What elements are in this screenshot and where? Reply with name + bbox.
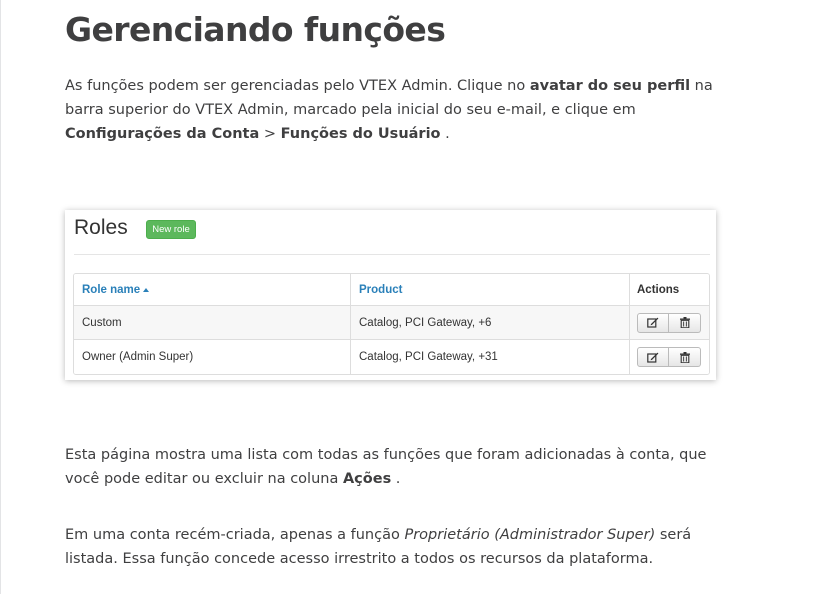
roles-heading: Roles: [74, 216, 128, 239]
sort-ascending-icon: [143, 287, 150, 292]
row-actions: [637, 312, 701, 333]
table-row: Custom Catalog, PCI Gateway, +6: [74, 306, 709, 340]
bold-user-roles: Funções do Usuário: [280, 126, 441, 142]
page-title: Gerenciando funções: [65, 10, 446, 49]
delete-button[interactable]: [669, 347, 701, 367]
actions-cell: [630, 306, 709, 339]
paragraph-list-description: Esta página mostra uma lista com todas a…: [65, 447, 707, 487]
role-name-cell: Custom: [74, 306, 351, 339]
paragraph-new-account: Em uma conta recém-criada, apenas a funç…: [65, 527, 692, 567]
column-header-actions: Actions: [637, 283, 680, 296]
roles-table: Role name Product Actions Custom Catalog…: [73, 273, 710, 375]
italic-owner-role: Proprietário (Administrador Super): [404, 527, 656, 543]
bold-account-settings: Configurações da Conta: [65, 126, 260, 142]
table-row: Owner (Admin Super) Catalog, PCI Gateway…: [74, 340, 709, 374]
paragraph-intro: As funções podem ser gerenciadas pelo VT…: [65, 78, 713, 142]
row-actions: [637, 347, 701, 367]
roles-screenshot: Roles New role Role name Product Actions…: [65, 210, 716, 380]
divider: [74, 254, 710, 255]
bold-profile-avatar: avatar do seu perfil: [529, 78, 691, 94]
trash-icon: [679, 351, 690, 363]
column-header-product[interactable]: Product: [351, 274, 630, 305]
bold-actions: Ações: [342, 471, 392, 487]
column-header-role-name[interactable]: Role name: [74, 274, 351, 305]
edit-button[interactable]: [637, 347, 669, 367]
product-cell: Catalog, PCI Gateway, +31: [351, 340, 630, 374]
role-name-cell: Owner (Admin Super): [74, 340, 351, 374]
edit-button[interactable]: [637, 312, 669, 333]
actions-cell: [630, 340, 709, 374]
delete-button[interactable]: [669, 312, 701, 333]
edit-icon: [647, 317, 659, 328]
edit-icon: [647, 352, 659, 363]
table-header-row: Role name Product Actions: [74, 274, 709, 306]
product-cell: Catalog, PCI Gateway, +6: [351, 306, 630, 339]
left-border: [0, 0, 1, 594]
new-role-button[interactable]: New role: [146, 220, 196, 239]
trash-icon: [679, 317, 690, 328]
